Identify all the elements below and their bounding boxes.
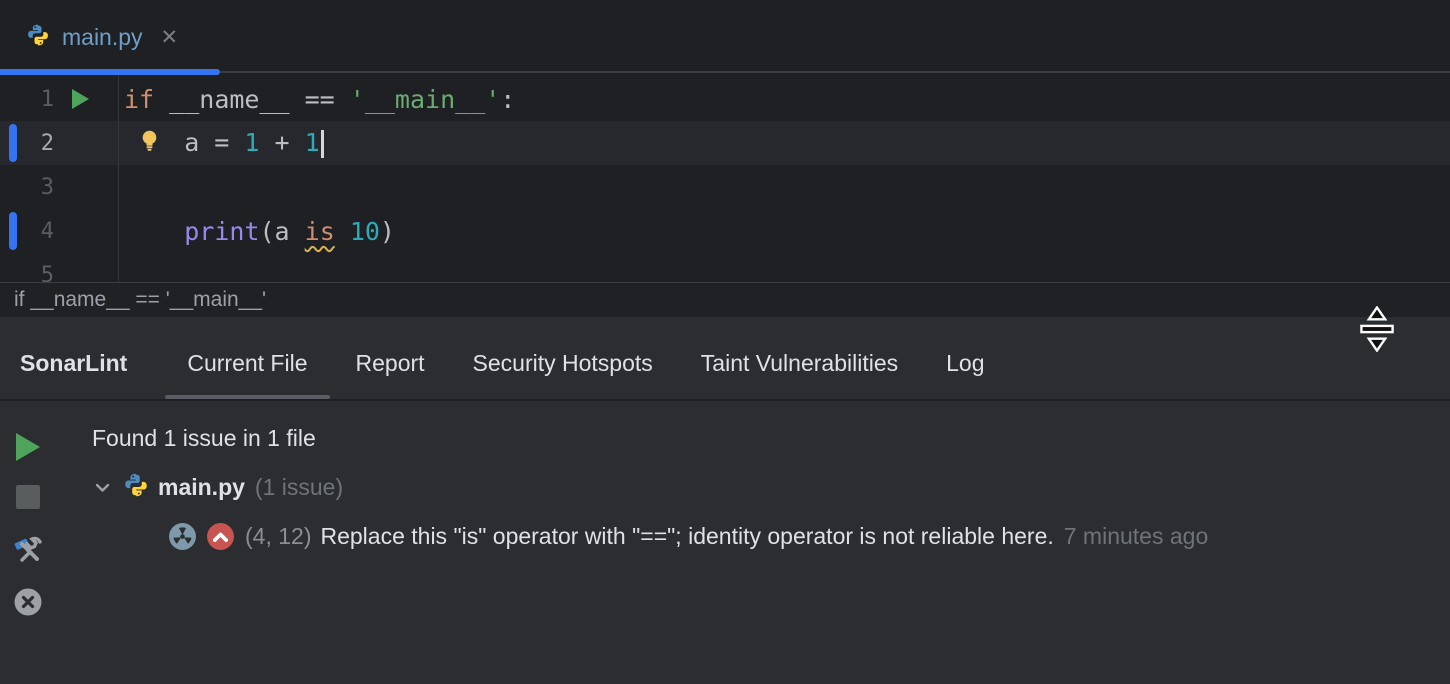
token-indent bbox=[124, 217, 184, 246]
code-line-4[interactable]: 4 print(a is 10) bbox=[0, 209, 1450, 253]
token-main-string: '__main__' bbox=[350, 85, 501, 114]
summary-row: Found 1 issue in 1 file bbox=[0, 414, 1450, 463]
sonarlint-tool-window: SonarLint Current File Report Security H… bbox=[0, 317, 1450, 684]
gutter-change-bar bbox=[9, 212, 17, 250]
line-number-2[interactable]: 2 bbox=[41, 131, 54, 156]
token-if: if bbox=[124, 85, 154, 114]
issue-message: Replace this "is" operator with "=="; id… bbox=[320, 523, 1053, 550]
issue-row[interactable]: (4, 12) Replace this "is" operator with … bbox=[0, 512, 1450, 561]
tab-title: main.py bbox=[62, 24, 143, 51]
line-number-5[interactable]: 5 bbox=[41, 263, 54, 283]
run-icon[interactable] bbox=[72, 89, 89, 109]
chevron-down-icon[interactable] bbox=[92, 477, 113, 498]
tab-taint-vulnerabilities[interactable]: Taint Vulnerabilities bbox=[677, 327, 922, 399]
token-number-10: 10 bbox=[350, 217, 380, 246]
lightbulb-icon[interactable] bbox=[139, 130, 160, 157]
tab-current-file[interactable]: Current File bbox=[163, 327, 331, 399]
token-paren-close: ) bbox=[380, 217, 395, 246]
tab-main-py[interactable]: main.py ✕ bbox=[0, 0, 220, 75]
token-plus: + bbox=[259, 128, 304, 157]
tab-close-icon[interactable]: ✕ bbox=[161, 25, 179, 50]
code-smell-icon bbox=[168, 522, 197, 551]
file-node-name: main.py bbox=[158, 474, 245, 501]
tool-window-header: SonarLint Current File Report Security H… bbox=[0, 317, 1450, 401]
token-number-1b: 1 bbox=[305, 128, 320, 157]
line-number-1[interactable]: 1 bbox=[41, 87, 54, 112]
breadcrumb-bar: if __name__ == '__main__' bbox=[0, 282, 1450, 317]
tool-window-content: Found 1 issue in 1 file main.py (1 issue… bbox=[0, 401, 1450, 682]
editor-tab-bar: main.py ✕ bbox=[0, 0, 1450, 75]
line-number-3[interactable]: 3 bbox=[41, 175, 54, 200]
tab-report[interactable]: Report bbox=[332, 327, 449, 399]
token-colon: : bbox=[500, 85, 515, 114]
code-line-1[interactable]: 1 if __name__ == '__main__': bbox=[0, 77, 1450, 121]
code-line-5[interactable]: 5 bbox=[0, 253, 1450, 282]
token-name-eq: __name__ == bbox=[154, 85, 350, 114]
issue-location: (4, 12) bbox=[245, 523, 311, 550]
code-line-3[interactable]: 3 bbox=[0, 165, 1450, 209]
code-editor[interactable]: 1 if __name__ == '__main__': 2 a = 1 + 1… bbox=[0, 75, 1450, 282]
breadcrumb[interactable]: if __name__ == '__main__' bbox=[14, 288, 266, 312]
text-caret bbox=[321, 130, 324, 158]
token-is-warning: is bbox=[305, 217, 335, 246]
python-file-icon bbox=[26, 23, 50, 52]
gutter-separator bbox=[118, 75, 119, 282]
token-paren-a: (a bbox=[259, 217, 304, 246]
critical-severity-icon bbox=[206, 522, 235, 551]
clear-circle-x-icon[interactable] bbox=[13, 587, 43, 617]
file-issue-count: (1 issue) bbox=[255, 474, 343, 501]
tab-log[interactable]: Log bbox=[922, 327, 1008, 399]
summary-text: Found 1 issue in 1 file bbox=[92, 425, 316, 452]
python-file-icon bbox=[123, 472, 149, 504]
code-line-2[interactable]: 2 a = 1 + 1 bbox=[0, 121, 1450, 165]
line-number-4[interactable]: 4 bbox=[41, 219, 54, 244]
file-node-row[interactable]: main.py (1 issue) bbox=[0, 463, 1450, 512]
gutter-change-bar bbox=[9, 124, 17, 162]
token-print: print bbox=[184, 217, 259, 246]
issue-timestamp: 7 minutes ago bbox=[1064, 523, 1208, 550]
issues-tree: Found 1 issue in 1 file main.py (1 issue… bbox=[0, 414, 1450, 561]
tool-window-title: SonarLint bbox=[20, 350, 127, 377]
tab-security-hotspots[interactable]: Security Hotspots bbox=[449, 327, 677, 399]
token-number-1a: 1 bbox=[244, 128, 259, 157]
